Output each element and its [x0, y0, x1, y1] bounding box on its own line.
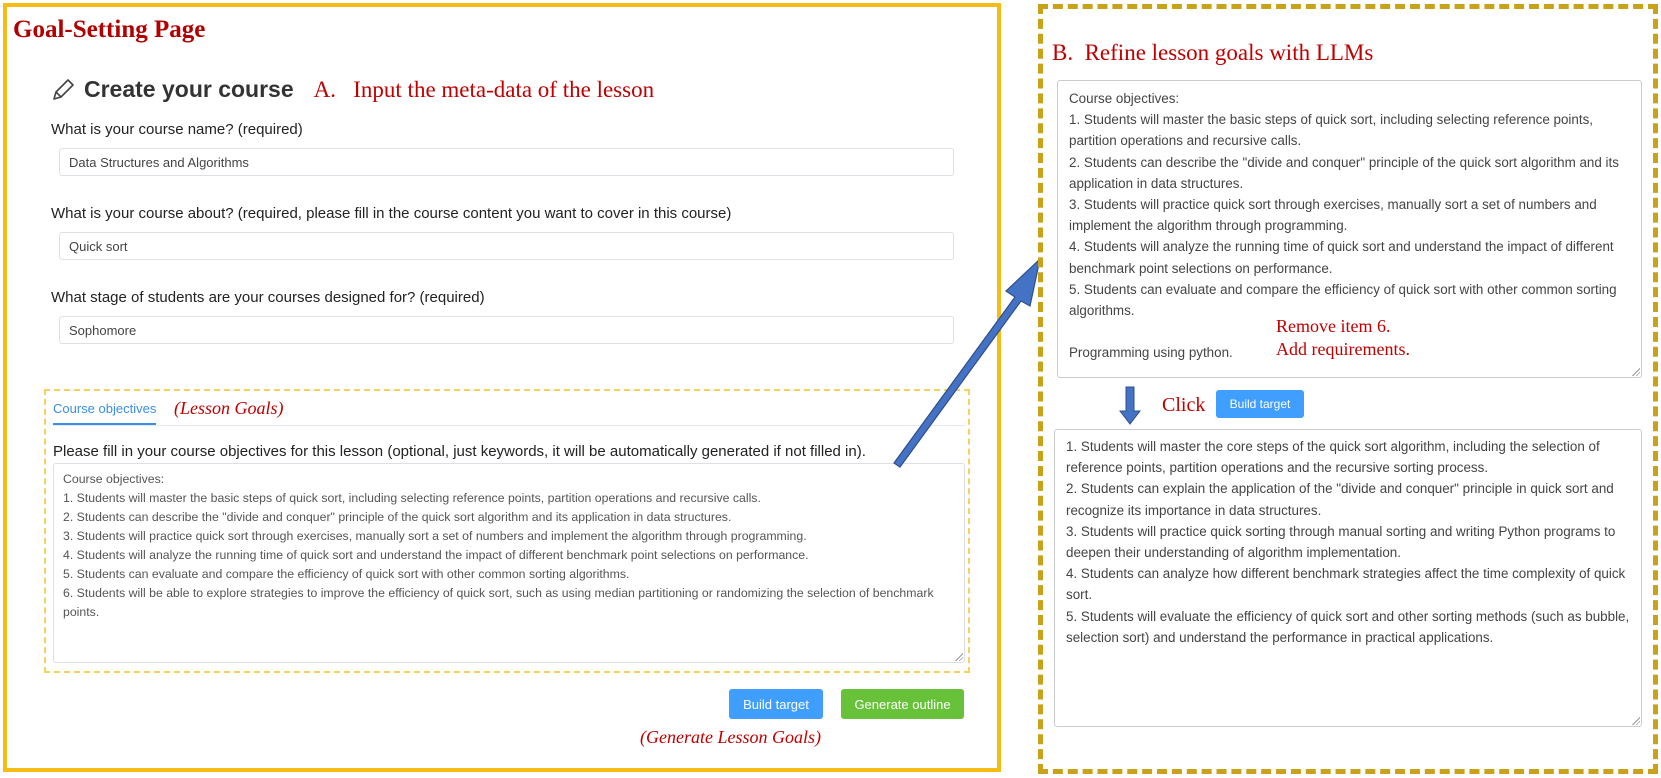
- resize-handle-icon[interactable]: [1632, 368, 1640, 376]
- student-stage-label: What stage of students are your courses …: [51, 289, 485, 306]
- objective-line: 6. Students will be able to explore stra…: [63, 586, 934, 619]
- annotation-add: Add requirements.: [1276, 339, 1410, 359]
- create-course-title: Create your course: [84, 76, 294, 102]
- annotation-generate-goals: (Generate Lesson Goals): [640, 727, 821, 747]
- input-line: 2. Students can describe the "divide and…: [1069, 154, 1619, 191]
- output-line: 3. Students will practice quick sorting …: [1066, 523, 1616, 561]
- course-name-input[interactable]: [59, 148, 954, 176]
- annotation-a: A. Input the meta-data of the lesson: [313, 76, 655, 102]
- objective-line: 4. Students will analyze the running tim…: [63, 548, 809, 562]
- output-line: 2. Students can explain the application …: [1066, 481, 1614, 518]
- resize-handle-icon[interactable]: [955, 653, 963, 661]
- create-course-header: Create your course A. Input the meta-dat…: [50, 76, 654, 103]
- annotation-remove: Remove item 6.: [1276, 316, 1391, 336]
- course-about-label: What is your course about? (required, pl…: [51, 205, 732, 222]
- objective-line: 5. Students can evaluate and compare the…: [63, 567, 630, 581]
- tab-divider: [53, 425, 965, 426]
- page-title: Goal-Setting Page: [13, 16, 206, 43]
- course-name-label: What is your course name? (required): [51, 121, 303, 138]
- objectives-instruction-label: Please fill in your course objectives fo…: [53, 443, 866, 460]
- course-about-input[interactable]: [59, 232, 954, 260]
- input-line: 3. Students will practice quick sort thr…: [1069, 197, 1597, 234]
- pencil-icon: [50, 77, 76, 103]
- tab-course-objectives[interactable]: Course objectives: [53, 401, 157, 425]
- input-line: 4. Students will analyze the running tim…: [1069, 239, 1614, 276]
- annotation-click: Click: [1162, 394, 1206, 416]
- refine-build-target-button[interactable]: Build target: [1216, 390, 1304, 418]
- flow-arrow-icon: [893, 257, 1041, 468]
- input-line: 1. Students will master the basic steps …: [1069, 112, 1593, 149]
- objective-line: 2. Students can describe the "divide and…: [63, 510, 732, 524]
- annotation-lesson-goals: (Lesson Goals): [174, 398, 284, 418]
- resize-handle-icon[interactable]: [1632, 717, 1640, 725]
- output-line: 5. Students will evaluate the efficiency…: [1066, 608, 1630, 645]
- objectives-textarea[interactable]: Course objectives: 1. Students will mast…: [53, 463, 965, 663]
- objective-line: 3. Students will practice quick sort thr…: [63, 529, 807, 543]
- down-arrow-icon: [1119, 386, 1141, 425]
- annotation-b: B. Refine lesson goals with LLMs: [1052, 40, 1374, 65]
- build-target-button[interactable]: Build target: [729, 689, 823, 719]
- output-line: 1. Students will master the core steps o…: [1066, 439, 1600, 476]
- generate-outline-button[interactable]: Generate outline: [841, 689, 964, 719]
- refined-objectives-output[interactable]: 1. Students will master the core steps o…: [1054, 429, 1642, 727]
- output-line: 4. Students can analyze how different be…: [1066, 566, 1626, 603]
- objective-line: 1. Students will master the basic steps …: [63, 491, 761, 505]
- annotation-remove-add: Remove item 6. Add requirements.: [1276, 315, 1410, 361]
- input-line: Course objectives:: [1069, 91, 1180, 106]
- student-stage-input[interactable]: [59, 316, 954, 344]
- objective-line: Course objectives:: [63, 472, 165, 486]
